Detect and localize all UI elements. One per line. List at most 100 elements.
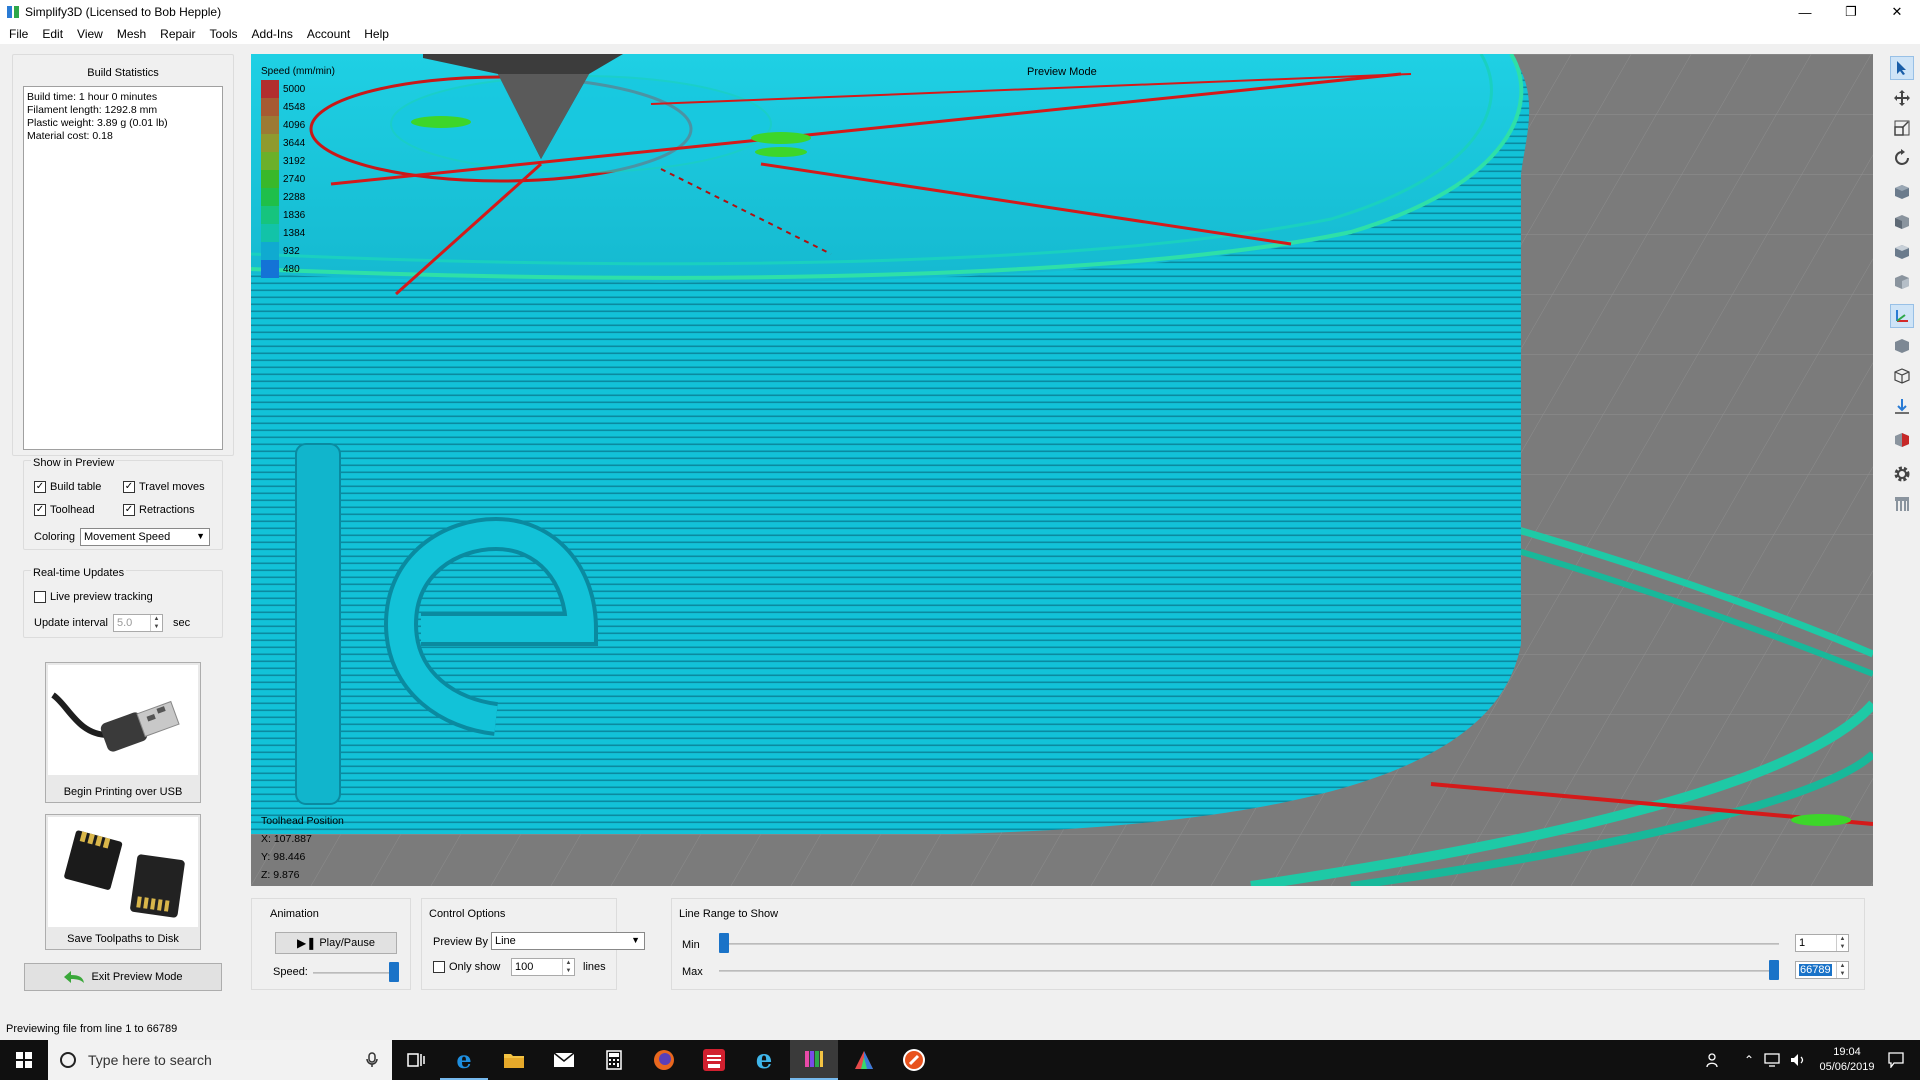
file-explorer-icon[interactable]: [490, 1040, 538, 1080]
spinner-arrows-icon[interactable]: ▲ ▼: [562, 959, 574, 975]
cross-section-icon[interactable]: [1890, 428, 1914, 452]
line-range-max-label: Max: [682, 966, 703, 978]
taskbar-clock[interactable]: 19:04 05/06/2019: [1812, 1045, 1882, 1075]
microphone-icon[interactable]: [366, 1052, 378, 1068]
settings-gear-icon[interactable]: [1890, 462, 1914, 486]
view-top-cube-icon[interactable]: [1890, 240, 1914, 264]
rotate-tool-icon[interactable]: [1890, 146, 1914, 170]
only-show-check-icon[interactable]: [433, 961, 445, 973]
calculator-icon[interactable]: [590, 1040, 638, 1080]
preview-by-select[interactable]: Line ▼: [491, 932, 645, 950]
wireframe-view-icon[interactable]: [1890, 364, 1914, 388]
coloring-value: Movement Speed: [84, 531, 171, 543]
support-structures-icon[interactable]: [1890, 492, 1914, 516]
coloring-select[interactable]: Movement Speed ▼: [80, 528, 210, 546]
line-range-min-thumb[interactable]: [719, 933, 729, 953]
line-range-min-track[interactable]: [719, 943, 1779, 945]
minimize-button[interactable]: —: [1782, 0, 1828, 24]
line-range-max-track[interactable]: [719, 970, 1779, 972]
notifications-icon[interactable]: [1888, 1052, 1904, 1068]
firefox-icon[interactable]: [640, 1040, 688, 1080]
orange-circle-app-icon[interactable]: [890, 1040, 938, 1080]
chevron-down-icon: ▼: [196, 531, 205, 541]
internet-explorer-icon[interactable]: e: [740, 1040, 788, 1080]
line-range-max-thumb[interactable]: [1769, 960, 1779, 980]
taskbar-search-box[interactable]: Type here to search: [48, 1040, 392, 1080]
windows-start-icon[interactable]: [0, 1040, 48, 1080]
edge-browser-icon[interactable]: e: [440, 1040, 488, 1080]
menu-edit[interactable]: Edit: [35, 27, 70, 41]
preview-by-label: Preview By: [433, 936, 489, 948]
search-circle-icon: [58, 1050, 78, 1070]
menu-view[interactable]: View: [70, 27, 110, 41]
volume-icon[interactable]: [1790, 1053, 1806, 1067]
scale-tool-icon[interactable]: [1890, 116, 1914, 140]
live-preview-check-icon[interactable]: [34, 591, 46, 603]
close-button[interactable]: ✕: [1874, 0, 1920, 24]
menu-mesh[interactable]: Mesh: [110, 27, 153, 41]
solidworks-icon[interactable]: [690, 1040, 738, 1080]
retractions-checkbox[interactable]: ✓ Retractions: [123, 504, 195, 516]
live-preview-checkbox[interactable]: Live preview tracking: [34, 591, 153, 603]
axes-toggle-icon[interactable]: [1890, 304, 1914, 328]
retraction-marker: [411, 116, 471, 128]
task-view-icon[interactable]: [392, 1040, 440, 1080]
people-icon[interactable]: [1706, 1052, 1722, 1068]
tray-chevron-up-icon[interactable]: ⌃: [1744, 1053, 1754, 1067]
simplify3d-taskbar-icon[interactable]: [790, 1040, 838, 1080]
only-show-spinner[interactable]: 100 ▲ ▼: [511, 958, 575, 976]
play-pause-button[interactable]: ▶❚ Play/Pause: [275, 932, 397, 954]
retraction-marker: [1791, 814, 1851, 826]
speed-legend-value: 2288: [283, 191, 306, 203]
travel-moves-checkbox[interactable]: ✓ Travel moves: [123, 481, 205, 493]
line-range-min-spinner[interactable]: 1 ▲ ▼: [1795, 934, 1849, 952]
begin-printing-usb-label: Begin Printing over USB: [63, 786, 183, 798]
spinner-arrows-icon[interactable]: ▲ ▼: [150, 615, 162, 631]
build-table-checkbox[interactable]: ✓ Build table: [34, 481, 101, 493]
color-triangle-app-icon[interactable]: [840, 1040, 888, 1080]
menu-file[interactable]: File: [2, 27, 35, 41]
speed-legend-row: 4096: [261, 116, 335, 134]
menu-help[interactable]: Help: [357, 27, 396, 41]
spinner-arrows-icon[interactable]: ▲ ▼: [1836, 962, 1848, 978]
animation-speed-track[interactable]: [313, 972, 399, 974]
toolhead-checkbox[interactable]: ✓ Toolhead: [34, 504, 95, 516]
solid-view-icon[interactable]: [1890, 334, 1914, 358]
move-tool-icon[interactable]: [1890, 86, 1914, 110]
network-icon[interactable]: [1764, 1053, 1780, 1067]
update-interval-spinner[interactable]: 5.0 ▲ ▼: [113, 614, 163, 632]
speed-legend-swatch: [261, 242, 279, 260]
mail-icon[interactable]: [540, 1040, 588, 1080]
line-range-max-spinner[interactable]: 66789 ▲ ▼: [1795, 961, 1849, 979]
view-toolbar: [1884, 54, 1920, 854]
play-pause-label: Play/Pause: [319, 937, 375, 949]
menu-account[interactable]: Account: [300, 27, 357, 41]
system-tray: ⌃ 19:04 05/06/2019: [1706, 1040, 1920, 1080]
exit-preview-button[interactable]: Exit Preview Mode: [24, 963, 222, 991]
only-show-checkbox[interactable]: Only show: [433, 961, 500, 973]
travel-moves-check-icon[interactable]: ✓: [123, 481, 135, 493]
animation-speed-thumb[interactable]: [389, 962, 399, 982]
drop-to-bed-icon[interactable]: [1890, 394, 1914, 418]
view-iso-cube-icon[interactable]: [1890, 180, 1914, 204]
begin-printing-usb-button[interactable]: Begin Printing over USB: [45, 662, 201, 803]
menu-tools[interactable]: Tools: [203, 27, 245, 41]
toolpath-render: [251, 54, 1873, 886]
speed-legend-row: 4548: [261, 98, 335, 116]
window-title: Simplify3D (Licensed to Bob Hepple): [25, 5, 222, 19]
view-side-cube-icon[interactable]: [1890, 270, 1914, 294]
save-toolpaths-button[interactable]: Save Toolpaths to Disk: [45, 814, 201, 950]
spinner-arrows-icon[interactable]: ▲ ▼: [1836, 935, 1848, 951]
toolhead-check-icon[interactable]: ✓: [34, 504, 46, 516]
view-front-cube-icon[interactable]: [1890, 210, 1914, 234]
3d-preview-viewport[interactable]: Speed (mm/min) 5000 4548 4096 3644 3192 2740 2…: [251, 54, 1873, 886]
build-table-check-icon[interactable]: ✓: [34, 481, 46, 493]
menu-add-ins[interactable]: Add-Ins: [245, 27, 300, 41]
menu-repair[interactable]: Repair: [153, 27, 202, 41]
retractions-check-icon[interactable]: ✓: [123, 504, 135, 516]
speed-legend: Speed (mm/min) 5000 4548 4096 3644 3192 2740 2…: [261, 66, 335, 278]
speed-legend-value: 4548: [283, 101, 306, 113]
maximize-button[interactable]: ❐: [1828, 0, 1874, 24]
stat-build-time: Build time: 1 hour 0 minutes: [27, 91, 158, 103]
select-tool-icon[interactable]: [1890, 56, 1914, 80]
